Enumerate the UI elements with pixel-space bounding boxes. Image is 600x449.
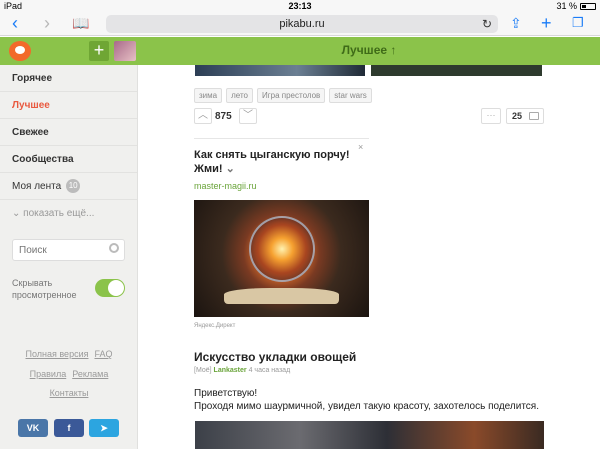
search-icon[interactable] [109, 243, 119, 253]
battery-icon [580, 2, 596, 10]
search-input[interactable] [13, 240, 103, 261]
post-body: Приветствую! Проходя мимо шаурмичной, ув… [194, 387, 594, 413]
post-text-line: Приветствую! [194, 388, 258, 399]
reload-icon[interactable]: ↻ [482, 15, 492, 33]
share-icon[interactable]: ⇪ [510, 14, 522, 32]
sidebar-item-communities[interactable]: Сообщества [0, 146, 137, 173]
footer-links-row: Правила Реклама [0, 369, 138, 379]
faq-link[interactable]: FAQ [94, 349, 112, 359]
sidebar-item-my-feed[interactable]: Моя лента 10 [0, 173, 137, 200]
contacts-link[interactable]: Контакты [50, 388, 89, 398]
book-image [224, 288, 339, 304]
avatar[interactable] [114, 41, 136, 61]
add-post-button[interactable]: + [89, 41, 109, 61]
community-label[interactable]: [Моё] [194, 367, 212, 374]
vk-button[interactable]: VK [18, 419, 48, 437]
sidebar-item-fresh[interactable]: Свежее [0, 119, 137, 146]
show-more-label: показать ещё... [23, 208, 95, 219]
ad-title[interactable]: Как снять цыганскую порчу! Жми! ⌄ [194, 148, 364, 176]
back-icon[interactable]: ‹ [12, 14, 18, 32]
search-box[interactable] [12, 239, 125, 261]
status-bar: iPad 23:13 31 % [0, 0, 600, 12]
ad-image[interactable] [194, 200, 369, 317]
hide-viewed-label: Скрывать просмотренное [12, 278, 77, 300]
telegram-button[interactable]: ➤ [89, 419, 119, 437]
upvote-button[interactable]: ︿ [194, 108, 212, 124]
chevron-down-icon: ⌄ [225, 163, 235, 175]
page-title[interactable]: Лучшее ↑ [138, 43, 600, 57]
footer-links-row: Контакты [0, 388, 138, 398]
ad-title-text: Как снять цыганскую порчу! Жми! [194, 149, 350, 175]
comments-button[interactable]: 25 [506, 108, 544, 124]
downvote-button[interactable]: ﹀ [239, 108, 257, 124]
post-time: 4 часа назад [248, 367, 291, 374]
tag[interactable]: зима [194, 88, 223, 103]
feed-count-badge: 10 [66, 179, 81, 194]
comment-icon [529, 112, 539, 120]
ad-link[interactable]: master-magii.ru [194, 181, 257, 191]
show-more-link[interactable]: ⌄ показать ещё... [0, 200, 137, 228]
more-options-button[interactable]: ··· [481, 108, 501, 124]
tag[interactable]: Игра престолов [256, 88, 326, 103]
facebook-button[interactable]: f [54, 419, 84, 437]
post-image[interactable] [371, 65, 542, 76]
forward-icon[interactable]: › [44, 14, 50, 32]
ads-link[interactable]: Реклама [72, 369, 108, 379]
sidebar-item-label: Моя лента [12, 181, 62, 192]
post-image[interactable] [195, 421, 544, 449]
new-tab-icon[interactable]: + [541, 14, 552, 32]
post-tags: зима лето Игра престолов star wars [194, 88, 372, 103]
browser-toolbar: ‹ › 📖 pikabu.ru ↻ ⇪ + ❐ [0, 12, 600, 36]
clock: 23:13 [288, 1, 312, 11]
post-meta: [Моё] Lankaster 4 часа назад [194, 367, 290, 374]
site-header: + Лучшее ↑ [0, 37, 600, 65]
comments-count: 25 [512, 111, 523, 121]
address-bar[interactable]: pikabu.ru ↻ [106, 15, 498, 33]
url-text: pikabu.ru [279, 18, 325, 30]
sidebar-item-best[interactable]: Лучшее [0, 92, 137, 119]
tag[interactable]: star wars [329, 88, 372, 103]
hide-viewed-toggle[interactable] [95, 279, 125, 297]
tabs-icon[interactable]: ❐ [572, 14, 584, 32]
battery-indicator: 31 % [556, 1, 596, 11]
ad-source-label: Яндекс.Директ [194, 323, 236, 329]
bookmarks-icon[interactable]: 📖 [72, 14, 89, 32]
chevron-down-icon: ⌄ [12, 208, 21, 219]
footer-links-row: Полная версия FAQ [0, 349, 138, 359]
sidebar-item-hot[interactable]: Горячее [0, 65, 137, 92]
tag[interactable]: лето [226, 88, 253, 103]
post-author[interactable]: Lankaster [214, 367, 247, 374]
post-title[interactable]: Искусство укладки овощей [194, 350, 356, 364]
battery-percent: 31 % [556, 1, 577, 11]
post-rating: 875 [215, 111, 232, 122]
post-text-line: Проходя мимо шаурмичной, увидел такую кр… [194, 401, 539, 412]
post-image[interactable] [195, 65, 365, 76]
toggle-knob [108, 280, 124, 296]
feed: зима лето Игра престолов star wars ︿ 875… [138, 65, 600, 449]
full-version-link[interactable]: Полная версия [26, 349, 89, 359]
sidebar: Горячее Лучшее Свежее Сообщества Моя лен… [0, 65, 138, 449]
logo-icon[interactable] [9, 41, 31, 61]
rules-link[interactable]: Правила [30, 369, 67, 379]
crystal-ball-image [249, 216, 315, 282]
